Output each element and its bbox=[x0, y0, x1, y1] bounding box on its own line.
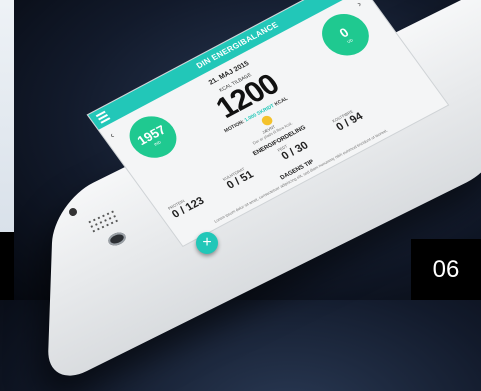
stat-protein: PROTEIN 0 / 123 bbox=[167, 180, 227, 221]
slide-number-badge: 06 bbox=[411, 239, 481, 300]
prev-day-button[interactable]: ‹ bbox=[108, 130, 117, 140]
background-panel bbox=[0, 0, 14, 232]
stat-fiber: KOSTFIBRE 0 / 94 bbox=[331, 93, 391, 134]
background-corner bbox=[0, 232, 14, 300]
menu-icon[interactable] bbox=[95, 110, 111, 124]
burned-circle[interactable]: 0 UD bbox=[312, 6, 378, 64]
intake-circle[interactable]: 1957 IND bbox=[120, 108, 186, 166]
stat-carbs: KULHYDRAT 0 / 51 bbox=[222, 151, 282, 191]
add-button[interactable]: + bbox=[196, 232, 218, 254]
next-day-button[interactable]: › bbox=[355, 0, 364, 9]
